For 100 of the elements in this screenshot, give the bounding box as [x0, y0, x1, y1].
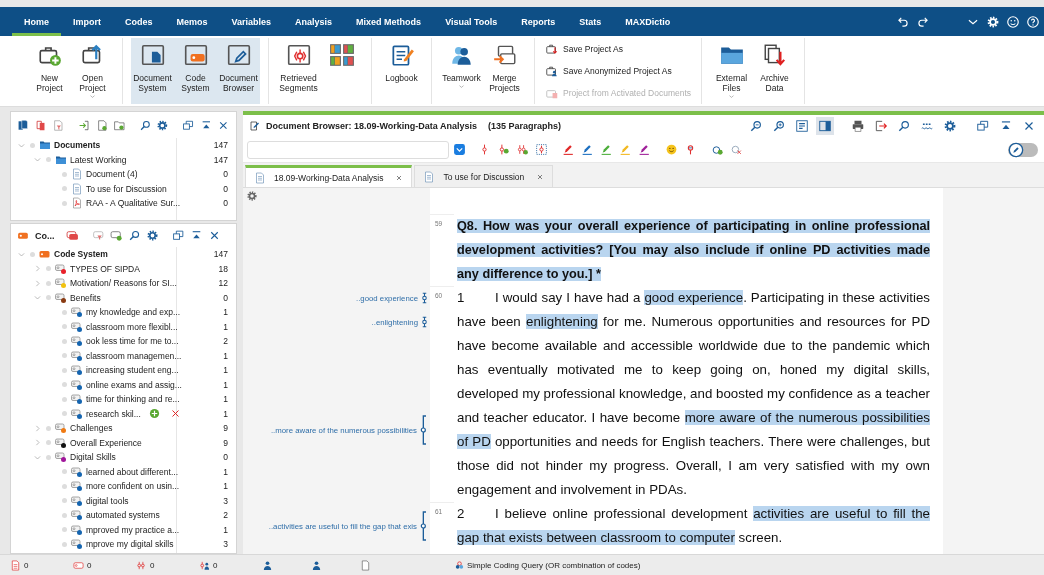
- import-icon[interactable]: [77, 118, 91, 132]
- tree-item[interactable]: automated systems: [86, 510, 160, 521]
- edit-mode-toggle[interactable]: [1008, 142, 1038, 157]
- code-select-field[interactable]: [247, 140, 449, 159]
- settings-icon[interactable]: [986, 14, 1000, 29]
- tree-item[interactable]: digital tools: [86, 495, 129, 506]
- highlighter-icon[interactable]: [581, 143, 594, 156]
- tree-item[interactable]: TYPES OF SIPDA: [70, 263, 140, 274]
- tree-item[interactable]: Code System: [54, 249, 108, 260]
- codes-add-icon[interactable]: [516, 143, 529, 156]
- code-symbol-icon[interactable]: [421, 290, 428, 306]
- tree-item[interactable]: mprove my digital skills: [86, 539, 174, 550]
- search-icon[interactable]: [127, 229, 141, 242]
- ribbon-button[interactable]: New Project: [28, 38, 71, 104]
- tree-item[interactable]: Digital Skills: [70, 452, 116, 463]
- side-panel-icon[interactable]: [816, 117, 834, 135]
- ribbon-button[interactable]: Code System: [174, 38, 217, 104]
- tree-item[interactable]: online exams and assig...: [86, 379, 182, 390]
- documents-icon[interactable]: [17, 118, 30, 132]
- codes-icon[interactable]: [65, 229, 79, 242]
- tree-item[interactable]: time for thinking and re...: [86, 394, 180, 405]
- ribbon-button[interactable]: Save Project As: [545, 42, 692, 56]
- tree-item[interactable]: learned about different...: [86, 466, 178, 477]
- menu-tab[interactable]: Memos: [164, 7, 220, 36]
- link-add-icon[interactable]: [711, 143, 724, 156]
- close-icon[interactable]: [536, 172, 545, 181]
- help-icon[interactable]: [1026, 14, 1040, 29]
- count: 1: [222, 481, 228, 492]
- text-page-icon[interactable]: [793, 117, 811, 135]
- new-folder-icon[interactable]: [113, 118, 126, 132]
- tree-item[interactable]: classroom managemen...: [86, 350, 182, 361]
- menu-tab[interactable]: Codes: [113, 7, 165, 36]
- menu-tab[interactable]: Import: [61, 7, 113, 36]
- tree-item[interactable]: more confident on usin...: [86, 481, 180, 492]
- tree-item[interactable]: Benefits: [70, 292, 101, 303]
- ribbon-button[interactable]: Merge Projects: [483, 38, 526, 104]
- menu-tab[interactable]: Mixed Methods: [344, 7, 434, 36]
- ribbon-button[interactable]: Save Anonymized Project As: [545, 64, 692, 78]
- highlighter-icon[interactable]: [562, 143, 575, 156]
- tree-item[interactable]: research skil...: [86, 408, 141, 419]
- tree-item[interactable]: my knowledge and exp...: [86, 307, 181, 318]
- count: 1: [222, 524, 228, 535]
- emoji-icon[interactable]: [665, 143, 678, 156]
- selection-icon[interactable]: [535, 143, 548, 156]
- settings-icon[interactable]: [156, 118, 170, 132]
- code-symbol-icon[interactable]: [421, 314, 428, 330]
- ribbon-button[interactable]: Logbook: [380, 38, 423, 104]
- settings-icon[interactable]: [246, 190, 258, 202]
- edit-window-icon: [225, 42, 252, 68]
- menu-tab[interactable]: Reports: [509, 7, 568, 36]
- tree-item[interactable]: mproved my practice a...: [86, 524, 180, 535]
- menu-tab[interactable]: Stats: [567, 7, 614, 36]
- tree-item[interactable]: Documents: [54, 140, 101, 151]
- dropdown-icon[interactable]: [453, 143, 466, 156]
- tree-item[interactable]: Challenges: [70, 423, 113, 434]
- new-document-icon[interactable]: [95, 118, 109, 132]
- count: 1: [222, 307, 228, 318]
- ribbon-button[interactable]: Open Project: [71, 38, 114, 104]
- smiley-icon[interactable]: [1006, 14, 1020, 29]
- highlighter-icon[interactable]: [638, 143, 651, 156]
- menu-tab[interactable]: MAXDictio: [613, 7, 683, 36]
- menu-tab[interactable]: Visual Tools: [433, 7, 510, 36]
- highlighter-icon[interactable]: [600, 143, 613, 156]
- tree-item[interactable]: RAA - A Qualitative Sur...: [86, 198, 181, 209]
- tree-item[interactable]: ook less time for me to...: [86, 336, 179, 347]
- tree-item[interactable]: Document (4): [86, 169, 138, 180]
- document-tab[interactable]: To use for Discussion: [414, 165, 554, 187]
- document-icon: [10, 559, 21, 571]
- user-icon[interactable]: [311, 559, 322, 571]
- add-icon[interactable]: [148, 408, 160, 420]
- ribbon-button[interactable]: External Files: [710, 38, 754, 104]
- delete-icon[interactable]: [170, 409, 180, 419]
- close-icon[interactable]: [395, 173, 404, 182]
- ribbon-button[interactable]: Teamwork: [440, 38, 483, 104]
- ribbon-button[interactable]: Document System: [131, 38, 174, 104]
- menu-tab[interactable]: Variables: [219, 7, 284, 36]
- search-icon[interactable]: [138, 118, 152, 132]
- count: 147: [212, 154, 228, 165]
- settings-icon[interactable]: [145, 229, 159, 242]
- paragraph-count: (135 Paragraphs): [488, 121, 562, 131]
- document-tab[interactable]: 18.09-Working-Data Analysis: [245, 165, 413, 187]
- tree-item[interactable]: increasing student eng...: [86, 365, 179, 376]
- tree-item[interactable]: Latest Working: [70, 154, 127, 165]
- count: 18: [217, 263, 228, 274]
- tree-item[interactable]: Motivation/ Reasons for SI...: [70, 278, 177, 289]
- menu-tab[interactable]: Analysis: [283, 7, 345, 36]
- code-add-icon[interactable]: [497, 143, 510, 156]
- restore-window-icon[interactable]: [182, 118, 195, 132]
- tree-item[interactable]: To use for Discussion: [86, 183, 167, 194]
- ribbon-button[interactable]: Retrieved Segments: [277, 38, 320, 104]
- user-icon[interactable]: [262, 559, 273, 571]
- tree-item[interactable]: Overall Experience: [70, 437, 142, 448]
- restore-window-icon[interactable]: [171, 229, 185, 242]
- filter-icon[interactable]: [91, 229, 105, 242]
- tree-item[interactable]: classroom more flexibl...: [86, 321, 178, 332]
- document-icon[interactable]: [360, 559, 371, 571]
- document-icon: [423, 170, 436, 183]
- new-code-icon[interactable]: [109, 229, 123, 242]
- ribbon-button[interactable]: Archive Data: [753, 38, 797, 104]
- ribbon-button[interactable]: Document Browser: [217, 38, 260, 104]
